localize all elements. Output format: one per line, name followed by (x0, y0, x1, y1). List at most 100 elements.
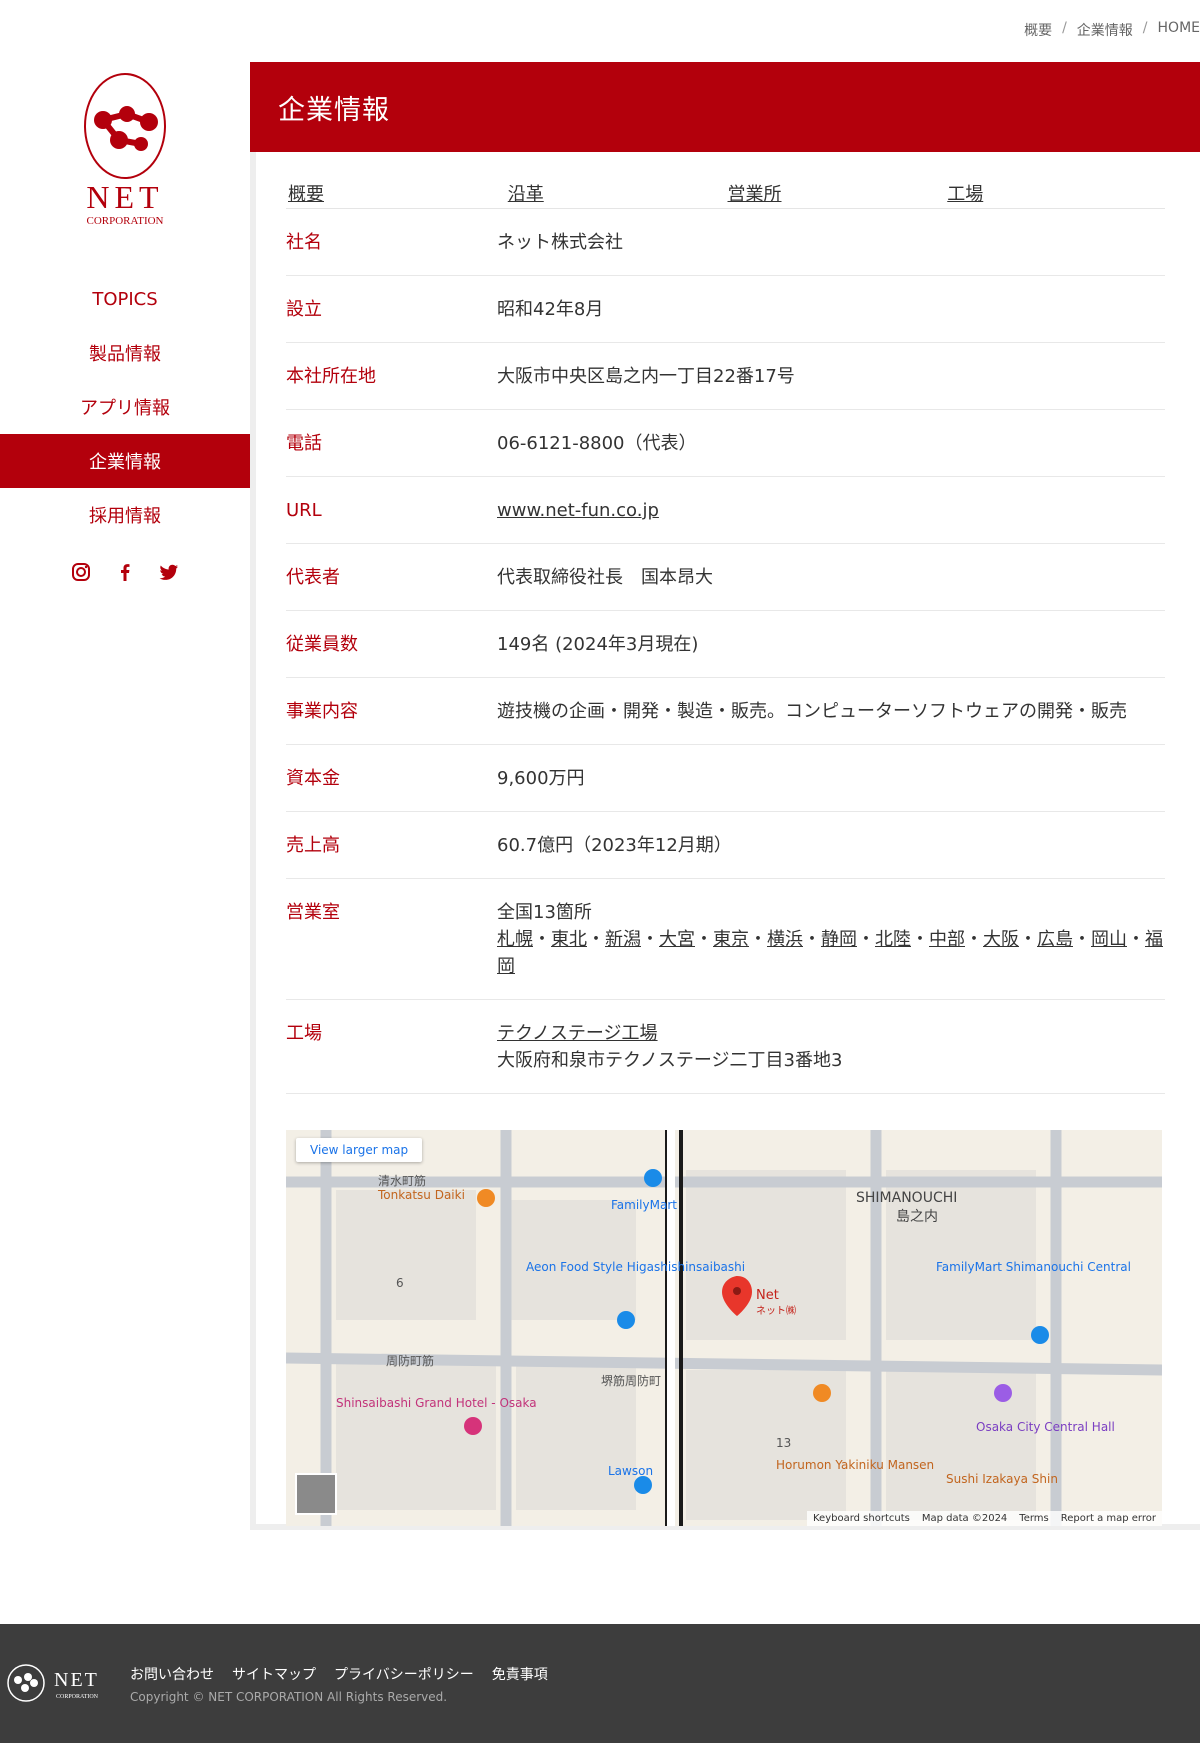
map-label: 島之内 (896, 1209, 938, 1225)
sidebar: NET CORPORATION TOPICS 製品情報 アプリ情報 企業情報 採… (0, 60, 250, 582)
map-place-label[interactable]: FamilyMart Shimanouchi Central (936, 1260, 1131, 1274)
tab-overview[interactable]: 概要 (286, 180, 506, 206)
row-label: 売上高 (286, 835, 340, 856)
row-url: URL www.net-fun.co.jp (286, 477, 1165, 544)
footer-link-disclaimer[interactable]: 免責事項 (492, 1664, 548, 1684)
office-link[interactable]: 大宮 (659, 929, 695, 950)
facebook-icon[interactable] (115, 562, 135, 582)
twitter-icon[interactable] (159, 562, 179, 582)
row-value: 149名 (2024年3月現在) (497, 634, 699, 655)
office-link[interactable]: 広島 (1037, 929, 1073, 950)
row-factory: 工場 テクノステージ工場 大阪府和泉市テクノステージ二丁目3番地3 (286, 1000, 1165, 1094)
main-content: 企業情報 概要 沿革 営業所 工場 社名 ネット株式会社 設立 昭和42年8月 本社… (250, 62, 1200, 1530)
map-block-number: 13 (776, 1436, 792, 1450)
row-label: 社名 (286, 232, 322, 253)
office-separator: ・ (911, 929, 929, 950)
view-larger-map-link[interactable]: View larger map (296, 1138, 423, 1162)
row-value: 60.7億円（2023年12月期） (497, 835, 732, 856)
footer-link-sitemap[interactable]: サイトマップ (232, 1664, 316, 1684)
footer-links: お問い合わせ サイトマップ プライバシーポリシー 免責事項 (130, 1664, 548, 1684)
office-link[interactable]: 札幌 (497, 929, 533, 950)
row-phone: 電話 06-6121-8800（代表） (286, 410, 1165, 477)
factory-link[interactable]: テクノステージ工場 (497, 1023, 658, 1044)
office-separator: ・ (965, 929, 983, 950)
row-company-name: 社名 ネット株式会社 (286, 209, 1165, 276)
office-separator: ・ (533, 929, 551, 950)
office-separator: ・ (695, 929, 713, 950)
office-separator: ・ (1127, 929, 1145, 950)
row-label: 設立 (286, 299, 322, 320)
instagram-icon[interactable] (71, 562, 91, 582)
nav-item-topics[interactable]: TOPICS (0, 272, 250, 326)
map-place-label[interactable]: Shinsaibashi Grand Hotel - Osaka (336, 1396, 537, 1410)
tab-history[interactable]: 沿革 (506, 180, 726, 206)
map-place-label[interactable]: Lawson (608, 1464, 653, 1478)
social-links (0, 562, 250, 582)
row-label: 従業員数 (286, 634, 358, 655)
office-separator: ・ (1019, 929, 1037, 950)
office-link[interactable]: 東北 (551, 929, 587, 950)
office-link[interactable]: 大阪 (983, 929, 1019, 950)
row-label: URL (286, 500, 322, 521)
footer-logo[interactable]: NET CORPORATION (6, 1658, 106, 1708)
nav-item-recruit[interactable]: 採用情報 (0, 488, 250, 542)
office-separator: ・ (749, 929, 767, 950)
footer: NET CORPORATION お問い合わせ サイトマップ プライバシーポリシー… (0, 1624, 1200, 1743)
office-separator: ・ (857, 929, 875, 950)
footer-logo-subtext: CORPORATION (56, 1694, 99, 1700)
nav-item-products[interactable]: 製品情報 (0, 326, 250, 380)
footer-link-privacy[interactable]: プライバシーポリシー (334, 1664, 474, 1684)
office-link[interactable]: 岡山 (1091, 929, 1127, 950)
row-offices: 営業室 全国13箇所 札幌・東北・新潟・大宮・東京・横浜・静岡・北陸・中部・大阪… (286, 879, 1165, 1000)
breadcrumb: 概要 / 企業情報 / HOME (1024, 20, 1200, 40)
row-label: 工場 (286, 1023, 322, 1044)
factory-address: 大阪府和泉市テクノステージ二丁目3番地3 (497, 1050, 843, 1071)
office-link[interactable]: 中部 (929, 929, 965, 950)
footer-link-contact[interactable]: お問い合わせ (130, 1664, 214, 1684)
company-logo[interactable]: NET CORPORATION (75, 72, 175, 250)
row-label: 代表者 (286, 567, 340, 588)
map-street-label: 堺筋周防町 (601, 1374, 662, 1388)
map-place-label[interactable]: Osaka City Central Hall (976, 1420, 1115, 1434)
office-list: 札幌・東北・新潟・大宮・東京・横浜・静岡・北陸・中部・大阪・広島・岡山・福岡 (497, 926, 1165, 980)
map-place-label[interactable]: Sushi Izakaya Shin (946, 1472, 1058, 1486)
embedded-map[interactable]: View larger map SHIMANOUCHI 島之内 Net ネット㈱… (286, 1130, 1162, 1526)
row-value: 06-6121-8800（代表） (497, 433, 697, 454)
office-link[interactable]: 北陸 (875, 929, 911, 950)
tab-factory[interactable]: 工場 (945, 180, 1165, 206)
row-value: 代表取締役社長 国本昂大 (497, 567, 713, 588)
office-link[interactable]: 静岡 (821, 929, 857, 950)
office-separator: ・ (803, 929, 821, 950)
map-street-label: 清水町筋 (378, 1174, 427, 1188)
row-label: 本社所在地 (286, 366, 376, 387)
map-place-label[interactable]: FamilyMart (611, 1198, 677, 1212)
footer-logo-text: NET (54, 1669, 99, 1691)
page-title-bar: 企業情報 (250, 62, 1200, 152)
breadcrumb-item[interactable]: HOME (1158, 20, 1200, 40)
nav-item-apps[interactable]: アプリ情報 (0, 380, 250, 434)
keyboard-shortcuts-link[interactable]: Keyboard shortcuts (813, 1513, 910, 1524)
tab-offices[interactable]: 営業所 (726, 180, 946, 206)
terms-link[interactable]: Terms (1019, 1513, 1048, 1524)
row-label: 事業内容 (286, 701, 358, 722)
map-place-label[interactable]: Horumon Yakiniku Mansen (776, 1458, 934, 1472)
office-separator: ・ (587, 929, 605, 950)
map-pin-label[interactable]: Net (756, 1288, 779, 1303)
map-street-label: 周防町筋 (386, 1354, 435, 1368)
office-link[interactable]: 新潟 (605, 929, 641, 950)
report-error-link[interactable]: Report a map error (1061, 1513, 1156, 1524)
row-label: 営業室 (286, 902, 340, 923)
office-link[interactable]: 横浜 (767, 929, 803, 950)
breadcrumb-item[interactable]: 概要 (1024, 20, 1052, 40)
map-label: SHIMANOUCHI (856, 1190, 958, 1206)
map-place-label[interactable]: Tonkatsu Daiki (378, 1188, 465, 1202)
map-place-label[interactable]: Aeon Food Style Higashishinsaibashi (526, 1260, 745, 1274)
row-sales: 売上高 60.7億円（2023年12月期） (286, 812, 1165, 879)
company-info-panel: 概要 沿革 営業所 工場 社名 ネット株式会社 設立 昭和42年8月 本社所在地 大阪… (250, 152, 1200, 1530)
nav-item-company[interactable]: 企業情報 (0, 434, 250, 488)
office-link[interactable]: 東京 (713, 929, 749, 950)
row-employees: 従業員数 149名 (2024年3月現在) (286, 611, 1165, 678)
breadcrumb-item[interactable]: 企業情報 (1077, 20, 1133, 40)
office-separator: ・ (641, 929, 659, 950)
website-link[interactable]: www.net-fun.co.jp (497, 500, 659, 521)
